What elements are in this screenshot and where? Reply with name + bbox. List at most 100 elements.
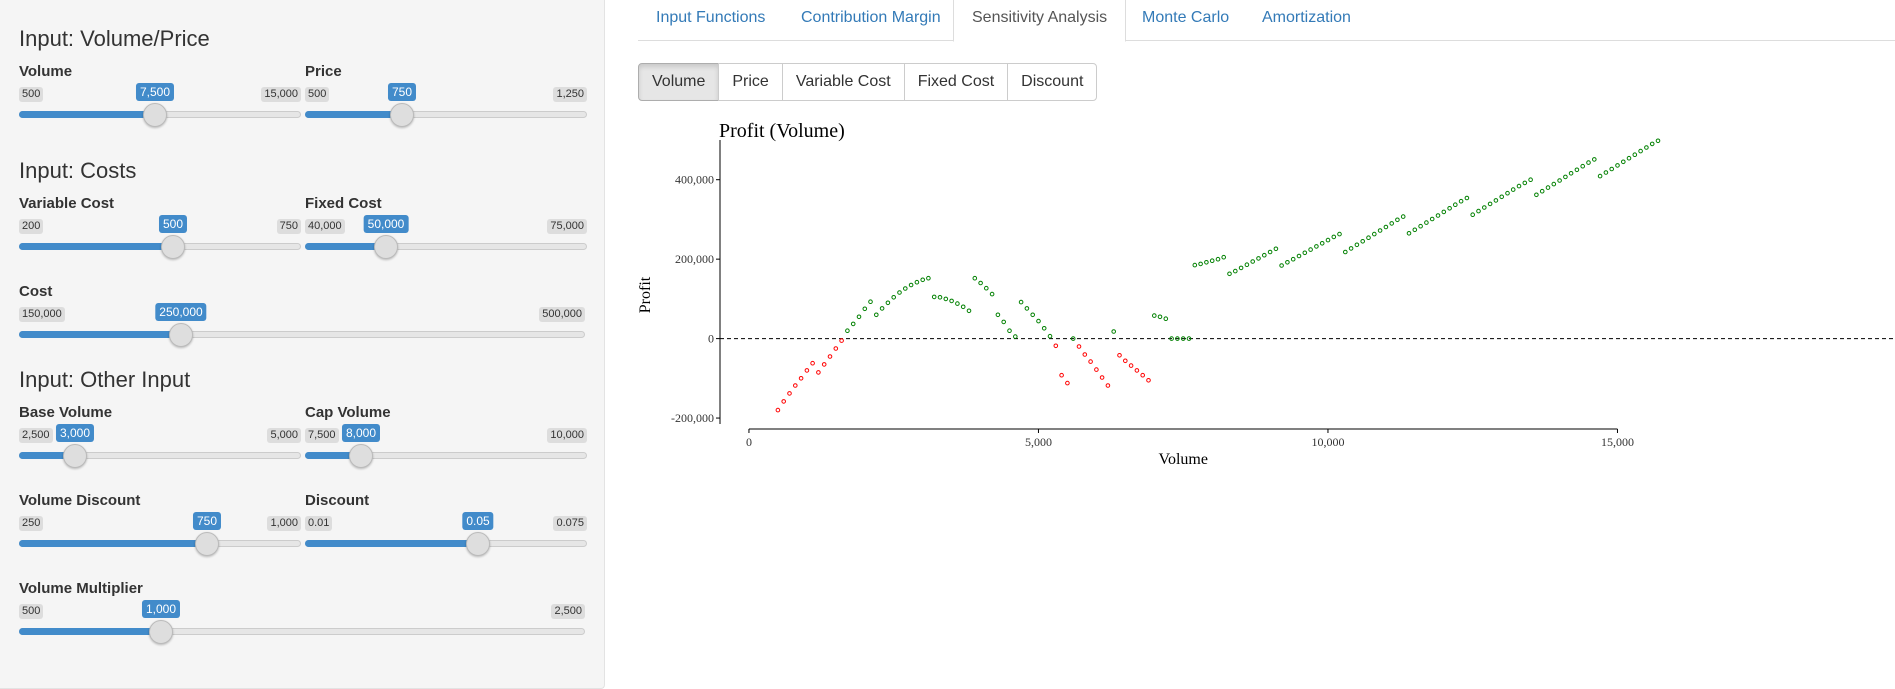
slider-value: 7,500	[135, 83, 175, 101]
tab-contribution-margin[interactable]: Contribution Margin	[783, 0, 959, 41]
data-point	[972, 275, 978, 281]
variable-cost-button[interactable]: Variable Cost	[781, 63, 905, 101]
volume-slider[interactable]: Volume 500 15,000 7,500	[19, 63, 301, 127]
data-point	[1157, 314, 1163, 320]
data-point	[1123, 358, 1128, 364]
data-point	[1238, 265, 1244, 271]
tab-amortization[interactable]: Amortization	[1244, 0, 1369, 41]
cap-volume-slider[interactable]: Cap Volume 7,500 10,000 8,000	[305, 404, 587, 468]
slider-fill	[305, 540, 478, 547]
data-point	[1400, 214, 1406, 219]
data-point	[885, 300, 891, 306]
slider-handle[interactable]	[390, 103, 414, 127]
data-point	[1476, 208, 1481, 214]
data-point	[1435, 213, 1441, 218]
data-point	[1273, 246, 1279, 252]
data-point	[821, 362, 827, 367]
slider-handle[interactable]	[161, 235, 185, 259]
data-point	[955, 301, 960, 306]
slider-min: 2,500	[19, 428, 53, 443]
slider-min: 7,500	[305, 428, 339, 443]
fixed-cost-button[interactable]: Fixed Cost	[903, 63, 1009, 101]
slider-handle[interactable]	[169, 323, 193, 347]
variable-cost-slider[interactable]: Variable Cost 200 750 500	[19, 195, 301, 259]
data-point	[775, 407, 781, 413]
slider-min: 150,000	[19, 307, 65, 322]
volume-discount-slider[interactable]: Volume Discount 250 1,000 750	[19, 492, 301, 556]
slider-max: 750	[276, 219, 301, 234]
data-point	[1441, 209, 1447, 215]
price-button[interactable]: Price	[718, 63, 783, 101]
data-point	[1655, 138, 1661, 144]
chart-svg: -200,000 0 200,000 400,000 0 5,000 10,000 15,00…	[637, 138, 1895, 468]
slider-handle[interactable]	[374, 235, 398, 259]
cost-slider[interactable]: Cost 150,000 500,000 250,000	[19, 283, 585, 347]
tab-sensitivity-analysis[interactable]: Sensitivity Analysis	[953, 0, 1127, 42]
data-point	[1487, 201, 1493, 207]
data-point	[1470, 212, 1476, 217]
data-point	[1377, 228, 1383, 233]
data-point	[897, 290, 902, 295]
data-point	[1094, 367, 1099, 372]
data-point	[1262, 252, 1267, 258]
data-point	[1036, 318, 1041, 324]
data-point	[1047, 333, 1053, 339]
data-point	[1007, 328, 1012, 333]
slider-handle[interactable]	[149, 620, 173, 644]
data-point	[1603, 170, 1609, 175]
x-tick-label: 0	[746, 435, 752, 449]
discount-slider[interactable]: Discount 0.01 0.075 0.05	[305, 492, 587, 556]
tab-input-functions[interactable]: Input Functions	[638, 0, 783, 41]
base-volume-slider[interactable]: Base Volume 2,500 5,000 3,000	[19, 404, 301, 468]
slider-handle[interactable]	[63, 444, 87, 468]
price-slider[interactable]: Price 500 1,250 750	[305, 63, 587, 127]
data-point	[1267, 249, 1273, 255]
data-point	[1354, 242, 1360, 248]
data-point	[1644, 145, 1649, 150]
slider-min: 500	[305, 87, 330, 102]
slider-label: Volume Multiplier	[19, 580, 143, 597]
data-point	[1493, 198, 1499, 203]
data-point	[1041, 326, 1047, 331]
data-point	[949, 298, 954, 304]
slider-handle[interactable]	[143, 103, 167, 127]
data-point	[1018, 299, 1024, 305]
volume-multiplier-slider[interactable]: Volume Multiplier 500 2,500 1,000	[19, 580, 585, 644]
data-point	[1053, 343, 1059, 349]
data-point	[787, 391, 792, 396]
slider-fill	[19, 111, 155, 118]
data-point	[1366, 235, 1371, 240]
slider-handle[interactable]	[349, 444, 373, 468]
profit-chart: Profit (Volume) -200,000 0 200,000 400,000 0…	[637, 108, 1895, 568]
slider-handle[interactable]	[466, 532, 490, 556]
slider-max: 75,000	[547, 219, 587, 234]
data-point	[1632, 152, 1638, 158]
section-title-costs: Input: Costs	[19, 158, 137, 183]
data-point	[937, 295, 943, 300]
tab-monte-carlo[interactable]: Monte Carlo	[1124, 0, 1247, 41]
data-point	[1244, 262, 1250, 267]
tab-bar: Input Functions Contribution Margin Sens…	[638, 0, 1895, 42]
data-point	[1360, 239, 1366, 244]
data-point	[1302, 250, 1308, 256]
data-point	[1510, 187, 1516, 192]
data-point	[1163, 316, 1169, 321]
data-point	[845, 328, 850, 333]
slider-fill	[19, 331, 181, 338]
data-point	[1539, 188, 1545, 194]
slider-handle[interactable]	[195, 532, 219, 556]
data-point	[1626, 155, 1632, 161]
data-point	[1221, 254, 1227, 260]
data-point	[1250, 259, 1256, 264]
discount-button[interactable]: Discount	[1007, 63, 1098, 101]
data-point	[1516, 183, 1522, 189]
fixed-cost-slider[interactable]: Fixed Cost 40,000 75,000 50,000	[305, 195, 587, 259]
section-title-volume-price: Input: Volume/Price	[19, 26, 210, 51]
data-point	[839, 338, 844, 343]
data-point	[1649, 141, 1655, 147]
slider-min: 250	[19, 516, 44, 531]
data-point	[960, 304, 966, 310]
x-tick-label: 15,000	[1601, 435, 1634, 449]
slider-label: Discount	[305, 492, 370, 509]
volume-button[interactable]: Volume	[638, 63, 720, 101]
